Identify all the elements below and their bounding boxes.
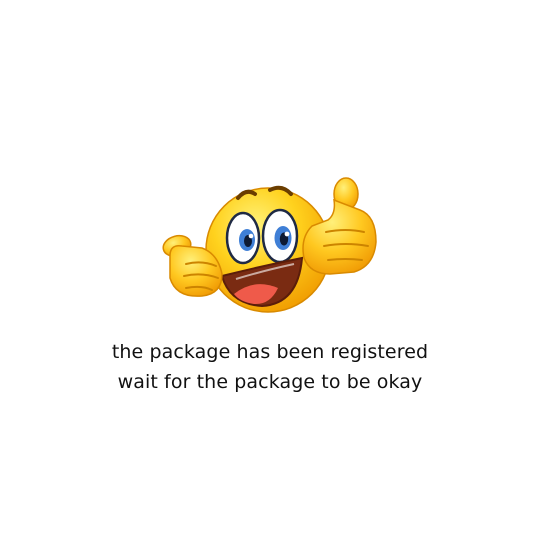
canvas: the package has been registered wait for…	[0, 0, 540, 540]
message-line-2: wait for the package to be okay	[117, 371, 423, 393]
left-eye	[225, 211, 261, 265]
thumbs-up-smiley-icon	[162, 177, 377, 313]
message-line-1: the package has been registered	[111, 341, 429, 363]
right-eye	[261, 208, 299, 264]
right-thumbs-up-hand	[302, 177, 377, 275]
message-text: the package has been registered wait for…	[0, 337, 540, 397]
